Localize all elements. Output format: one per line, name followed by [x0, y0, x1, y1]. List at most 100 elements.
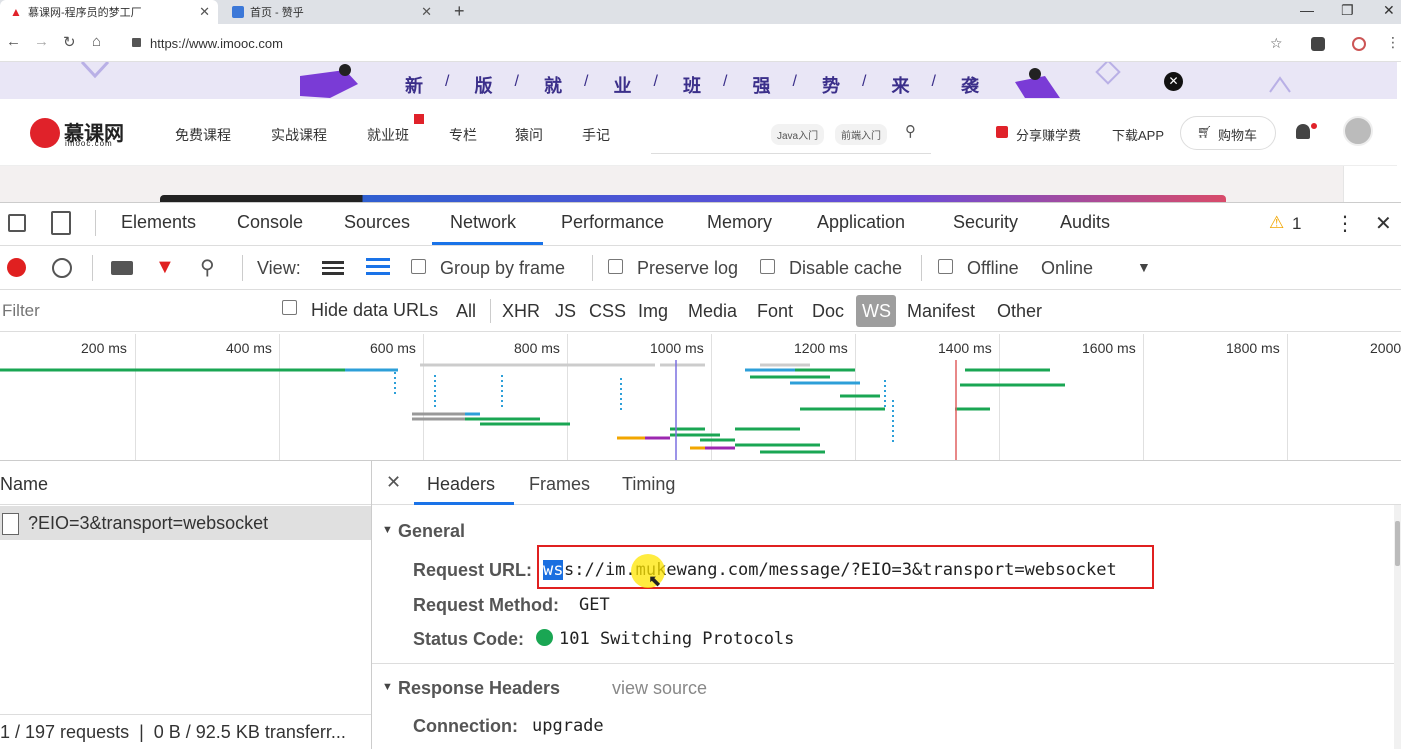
inspect-element-icon[interactable] — [8, 214, 26, 232]
tab-sources[interactable]: Sources — [344, 212, 410, 233]
filter-type-all[interactable]: All — [456, 301, 476, 322]
tab-elements[interactable]: Elements — [121, 212, 196, 233]
filter-type-font[interactable]: Font — [757, 301, 793, 322]
group-by-frame-label[interactable]: Group by frame — [440, 258, 565, 279]
filter-type-doc[interactable]: Doc — [812, 301, 844, 322]
tab-audits[interactable]: Audits — [1060, 212, 1110, 233]
response-headers-title[interactable]: Response Headers — [398, 678, 560, 699]
tab-console[interactable]: Console — [237, 212, 303, 233]
devtools-menu-icon[interactable]: ⋮ — [1335, 211, 1355, 236]
cart-button[interactable]: 🛒︎ 购物车 — [1180, 116, 1276, 150]
browser-tab-imooc[interactable]: ▲ 慕课网-程序员的梦工厂 ✕ — [0, 0, 218, 24]
extension-shield-icon[interactable] — [1311, 37, 1325, 51]
share-earn-link[interactable]: 分享赚学费 — [1016, 125, 1081, 144]
waterfall-overview-icon[interactable] — [366, 258, 390, 276]
banner-separator: / — [931, 73, 936, 90]
triangle-down-icon[interactable]: ▼ — [382, 524, 393, 536]
filter-type-img[interactable]: Img — [638, 301, 668, 322]
view-source-link[interactable]: view source — [612, 678, 707, 699]
tab-application[interactable]: Application — [817, 212, 905, 233]
triangle-down-icon[interactable]: ▼ — [382, 681, 393, 693]
record-icon[interactable] — [7, 258, 26, 277]
bookmark-star-icon[interactable]: ☆ — [1270, 35, 1283, 52]
general-section-title[interactable]: General — [398, 521, 465, 542]
request-method-value[interactable]: GET — [579, 595, 610, 615]
notification-dot — [1311, 123, 1317, 129]
tab-memory[interactable]: Memory — [707, 212, 772, 233]
close-detail-icon[interactable]: ✕ — [386, 472, 401, 493]
download-app-link[interactable]: 下载APP — [1112, 125, 1164, 144]
detail-tab-frames[interactable]: Frames — [529, 474, 590, 495]
tab-network[interactable]: Network — [450, 212, 516, 233]
new-tab-icon[interactable]: + — [454, 1, 465, 22]
filter-type-manifest[interactable]: Manifest — [907, 301, 975, 322]
maximize-icon[interactable]: ❐ — [1341, 2, 1354, 19]
warning-icon[interactable]: ⚠ — [1269, 213, 1284, 233]
chevron-down-icon[interactable]: ▼ — [1137, 259, 1151, 275]
banner-close-icon[interactable]: ✕ — [1164, 72, 1183, 91]
filter-type-media[interactable]: Media — [688, 301, 737, 322]
filter-type-js[interactable]: JS — [555, 301, 576, 322]
group-by-frame-checkbox[interactable] — [411, 259, 426, 274]
filter-type-other[interactable]: Other — [997, 301, 1042, 322]
filter-type-css[interactable]: CSS — [589, 301, 626, 322]
preserve-log-checkbox[interactable] — [608, 259, 623, 274]
hide-data-urls-label[interactable]: Hide data URLs — [311, 300, 438, 321]
nav-qa[interactable]: 猿问 — [515, 125, 543, 145]
clear-icon[interactable] — [52, 258, 72, 278]
preserve-log-label[interactable]: Preserve log — [637, 258, 738, 279]
avatar[interactable] — [1343, 116, 1373, 146]
disable-cache-label[interactable]: Disable cache — [789, 258, 902, 279]
imooc-logo-icon[interactable] — [30, 118, 60, 148]
detail-tab-timing[interactable]: Timing — [622, 474, 675, 495]
screenshot-camera-icon[interactable] — [111, 261, 133, 275]
request-url-selected[interactable]: ws — [543, 560, 564, 580]
page-scrollbar[interactable] — [1343, 166, 1397, 202]
large-rows-icon[interactable] — [322, 261, 344, 275]
detail-tab-headers[interactable]: Headers — [427, 474, 495, 495]
home-icon[interactable]: ⌂ — [92, 33, 101, 50]
detail-scrollbar-thumb[interactable] — [1395, 521, 1400, 566]
throttling-select[interactable]: Online — [1041, 258, 1093, 279]
offline-label[interactable]: Offline — [967, 258, 1019, 279]
nav-free-courses[interactable]: 免费课程 — [175, 125, 231, 145]
filter-input[interactable] — [0, 297, 260, 325]
offline-checkbox[interactable] — [938, 259, 953, 274]
browser-menu-icon[interactable]: ⋮ — [1386, 34, 1400, 51]
nav-notes[interactable]: 手记 — [582, 125, 610, 145]
connection-value[interactable]: upgrade — [532, 716, 604, 736]
reload-icon[interactable]: ↻ — [63, 33, 76, 51]
tab-security[interactable]: Security — [953, 212, 1018, 233]
back-icon[interactable]: ← — [6, 33, 21, 50]
minimize-icon[interactable]: — — [1300, 2, 1314, 18]
notification-bell-icon[interactable] — [1296, 124, 1310, 139]
filter-funnel-icon[interactable]: ▼ — [155, 256, 175, 279]
filter-type-ws[interactable]: WS — [862, 301, 891, 322]
devtools-close-icon[interactable]: ✕ — [1375, 211, 1392, 236]
forward-icon[interactable]: → — [34, 33, 49, 50]
search-tag-frontend[interactable]: 前端入门 — [835, 124, 887, 145]
nav-columns[interactable]: 专栏 — [449, 125, 477, 145]
device-toolbar-icon[interactable] — [51, 211, 71, 235]
search-icon[interactable]: ⚲ — [905, 122, 916, 140]
hide-data-urls-checkbox[interactable] — [282, 300, 297, 315]
banner-char: 来 — [891, 76, 910, 96]
url-field[interactable]: https://www.imooc.com — [150, 36, 283, 51]
name-column-header[interactable]: Name — [0, 474, 48, 495]
close-tab-icon[interactable]: ✕ — [421, 4, 432, 20]
disable-cache-checkbox[interactable] — [760, 259, 775, 274]
request-row[interactable]: ?EIO=3&transport=websocket — [0, 506, 371, 540]
browser-tab-zanhu[interactable]: 首页 - 赞乎 ✕ — [222, 0, 440, 24]
window-close-icon[interactable]: ✕ — [1383, 2, 1395, 19]
warning-count[interactable]: 1 — [1292, 214, 1301, 234]
request-list: Name ?EIO=3&transport=websocket 1 / 197 … — [0, 461, 372, 749]
tab-performance[interactable]: Performance — [561, 212, 664, 233]
nav-practical-courses[interactable]: 实战课程 — [271, 125, 327, 145]
nav-employment-class[interactable]: 就业班 — [367, 125, 409, 145]
close-tab-icon[interactable]: ✕ — [199, 4, 210, 20]
search-tag-java[interactable]: Java入门 — [771, 124, 825, 145]
extension-icon[interactable] — [1352, 37, 1366, 51]
search-icon[interactable]: ⚲ — [200, 255, 215, 280]
status-code-value[interactable]: 101 Switching Protocols — [559, 629, 794, 649]
filter-type-xhr[interactable]: XHR — [502, 301, 540, 322]
